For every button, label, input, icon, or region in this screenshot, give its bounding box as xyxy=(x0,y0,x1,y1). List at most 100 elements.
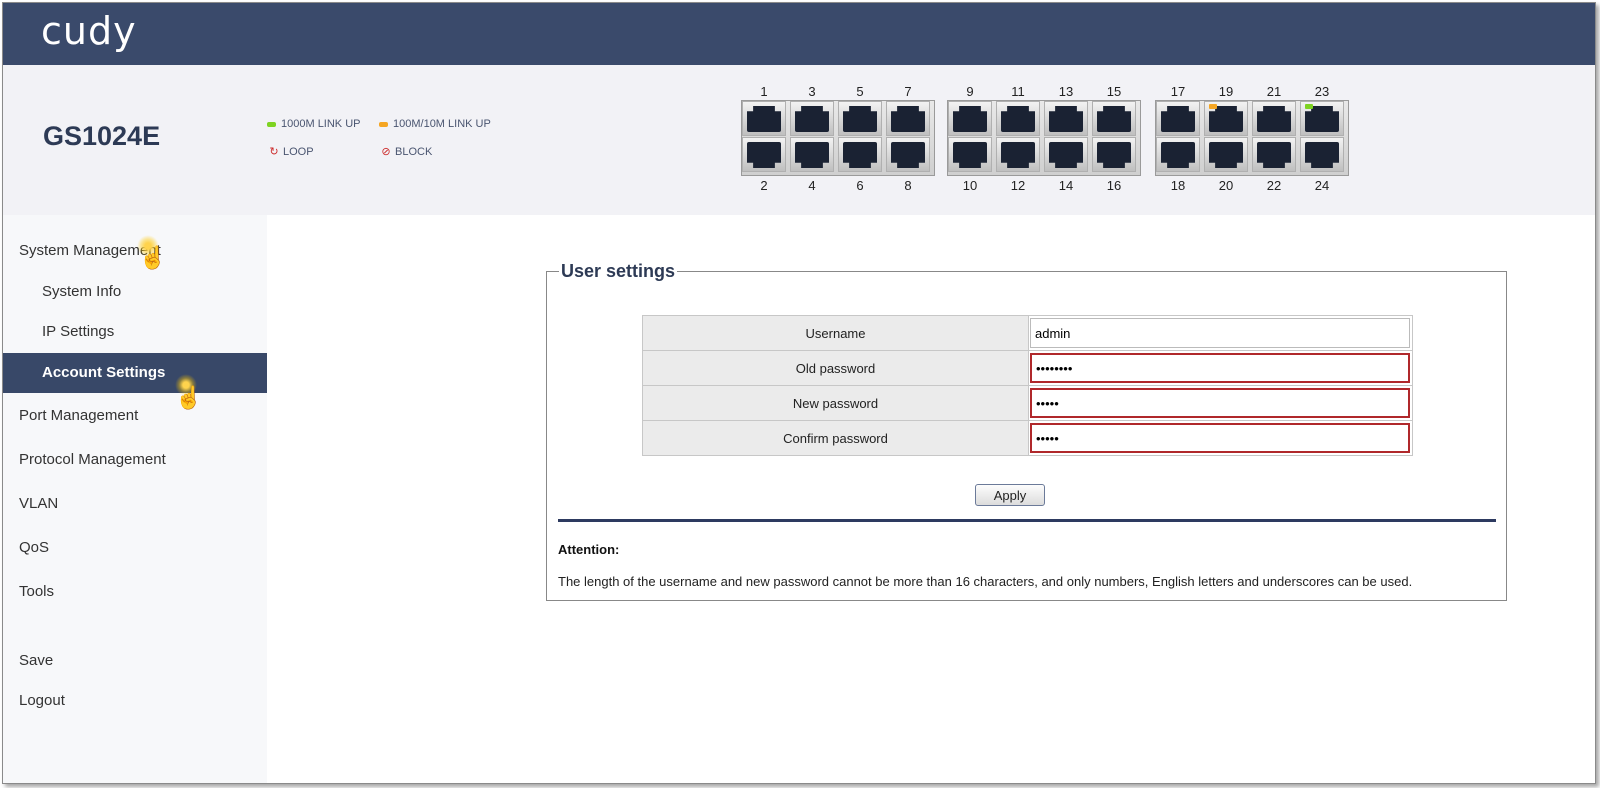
hand-cursor-icon: ☝ xyxy=(175,385,203,410)
top-bar: cudy xyxy=(3,3,1595,65)
port-17[interactable] xyxy=(1156,101,1200,136)
port-9[interactable] xyxy=(948,101,992,136)
loop-icon: ↻ xyxy=(269,146,279,158)
ethernet-port-icon xyxy=(747,142,781,168)
port-led-icon xyxy=(1209,104,1217,109)
port-3[interactable] xyxy=(790,101,834,136)
app-window: cudy GS1024E 1000M LINK UP 100M/10M LINK… xyxy=(2,2,1596,784)
ethernet-port-icon xyxy=(843,106,877,132)
port-number-label: 2 xyxy=(760,178,768,193)
port-number-label: 20 xyxy=(1218,178,1234,193)
username-label: Username xyxy=(642,315,1029,351)
legend-100m-label: 100M/10M LINK UP xyxy=(393,118,491,130)
confirm-password-input[interactable] xyxy=(1030,423,1410,453)
ethernet-port-icon xyxy=(1001,106,1035,132)
nav-vlan[interactable]: VLAN xyxy=(19,495,58,512)
user-settings-form: Username Old password New password Confi… xyxy=(642,315,1413,456)
ethernet-port-icon xyxy=(1097,106,1131,132)
ethernet-port-icon xyxy=(1049,106,1083,132)
apply-button[interactable]: Apply xyxy=(975,484,1045,506)
port-1[interactable] xyxy=(742,101,786,136)
nav-port-management[interactable]: Port Management xyxy=(19,407,138,424)
port-22[interactable] xyxy=(1252,137,1296,172)
legend-loop-label: LOOP xyxy=(283,146,314,158)
port-number-label: 21 xyxy=(1266,84,1282,99)
nav-system-info[interactable]: System Info xyxy=(42,283,121,300)
port-20[interactable] xyxy=(1204,137,1248,172)
port-number-label: 3 xyxy=(808,84,816,99)
port-10[interactable] xyxy=(948,137,992,172)
port-number-label: 18 xyxy=(1170,178,1186,193)
port-18[interactable] xyxy=(1156,137,1200,172)
form-row-new-password: New password xyxy=(642,385,1413,421)
port-8[interactable] xyxy=(886,137,930,172)
nav-protocol-management[interactable]: Protocol Management xyxy=(19,451,166,468)
port-15[interactable] xyxy=(1092,101,1136,136)
port-13[interactable] xyxy=(1044,101,1088,136)
hand-cursor-icon: ☝ xyxy=(139,245,167,270)
ethernet-port-icon xyxy=(1209,106,1243,132)
port-number-label: 4 xyxy=(808,178,816,193)
port-6[interactable] xyxy=(838,137,882,172)
old-password-input[interactable] xyxy=(1030,353,1410,383)
port-number-label: 14 xyxy=(1058,178,1074,193)
ethernet-port-icon xyxy=(1001,142,1035,168)
ethernet-port-icon xyxy=(1161,142,1195,168)
confirm-password-label: Confirm password xyxy=(642,420,1029,456)
nav-qos[interactable]: QoS xyxy=(19,539,49,556)
username-input[interactable] xyxy=(1030,318,1410,348)
block-icon: ⊘ xyxy=(381,146,391,158)
port-number-label: 1 xyxy=(760,84,768,99)
ethernet-port-icon xyxy=(953,142,987,168)
nav-ip-settings[interactable]: IP Settings xyxy=(42,323,114,340)
legend-block: ⊘ BLOCK xyxy=(379,145,432,158)
legend-block-label: BLOCK xyxy=(395,146,433,158)
port-19[interactable] xyxy=(1204,101,1248,136)
port-14[interactable] xyxy=(1044,137,1088,172)
ethernet-port-icon xyxy=(1257,142,1291,168)
legend-1000m-label: 1000M LINK UP xyxy=(281,118,361,130)
port-21[interactable] xyxy=(1252,101,1296,136)
port-2[interactable] xyxy=(742,137,786,172)
port-5[interactable] xyxy=(838,101,882,136)
ethernet-port-icon xyxy=(1305,106,1339,132)
port-16[interactable] xyxy=(1092,137,1136,172)
port-number-label: 12 xyxy=(1010,178,1026,193)
ethernet-port-icon xyxy=(1257,106,1291,132)
port-number-label: 19 xyxy=(1218,84,1234,99)
port-12[interactable] xyxy=(996,137,1040,172)
nav-save[interactable]: Save xyxy=(19,652,53,669)
port-23[interactable] xyxy=(1300,101,1344,136)
attention-title: Attention: xyxy=(558,542,620,557)
ethernet-port-icon xyxy=(891,142,925,168)
port-number-label: 15 xyxy=(1106,84,1122,99)
new-password-input[interactable] xyxy=(1030,388,1410,418)
ethernet-port-icon xyxy=(747,106,781,132)
port-24[interactable] xyxy=(1300,137,1344,172)
ethernet-port-icon xyxy=(953,106,987,132)
port-4[interactable] xyxy=(790,137,834,172)
panel-title: User settings xyxy=(561,261,676,281)
green-led-icon xyxy=(267,121,276,127)
legend-loop: ↻ LOOP xyxy=(267,145,314,158)
legend-100m: 100M/10M LINK UP xyxy=(379,118,491,130)
old-password-label: Old password xyxy=(642,350,1029,386)
port-number-label: 10 xyxy=(962,178,978,193)
port-led-icon xyxy=(1305,104,1313,109)
divider xyxy=(558,519,1496,522)
port-11[interactable] xyxy=(996,101,1040,136)
legend-1000m: 1000M LINK UP xyxy=(267,118,360,130)
port-number-label: 16 xyxy=(1106,178,1122,193)
port-number-label: 13 xyxy=(1058,84,1074,99)
port-7[interactable] xyxy=(886,101,930,136)
nav-account-settings[interactable]: Account Settings xyxy=(3,353,267,393)
ethernet-port-icon xyxy=(891,106,925,132)
port-number-label: 5 xyxy=(856,84,864,99)
form-row-username: Username xyxy=(642,315,1413,351)
nav-account-settings-label: Account Settings xyxy=(42,364,166,381)
nav-tools[interactable]: Tools xyxy=(19,583,54,600)
port-number-label: 6 xyxy=(856,178,864,193)
nav-logout[interactable]: Logout xyxy=(19,692,65,709)
attention-text: The length of the username and new passw… xyxy=(558,574,1413,589)
form-row-confirm-password: Confirm password xyxy=(642,420,1413,456)
